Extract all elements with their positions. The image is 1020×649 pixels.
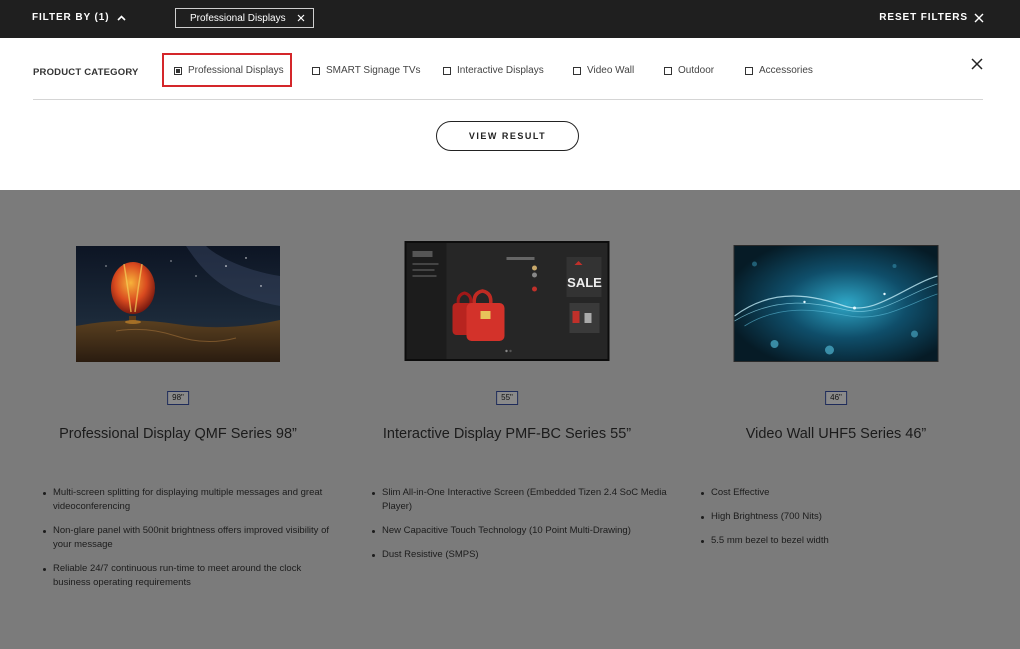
feature-item: Reliable 24/7 continuous run-time to mee…	[41, 562, 341, 590]
checkbox[interactable]	[443, 66, 451, 75]
hot-air-balloon-image	[76, 246, 280, 362]
product-title[interactable]: Professional Display QMF Series 98”	[13, 426, 343, 442]
close-panel-icon[interactable]	[970, 57, 984, 71]
checkbox-checked[interactable]	[174, 66, 182, 75]
feature-item: Dust Resistive (SMPS)	[370, 548, 670, 562]
product-card-uhf5: 46" Video Wall UHF5 Series 46” Cost Effe…	[671, 190, 1001, 649]
filter-by-label: FILTER BY (1)	[32, 12, 110, 23]
checkbox[interactable]	[745, 66, 753, 75]
product-image-hot-air-balloon[interactable]	[76, 246, 280, 362]
active-filter-chip[interactable]: Professional Displays	[175, 8, 314, 28]
category-option-label: Professional Displays	[188, 65, 284, 76]
sale-text: SALE	[567, 275, 602, 290]
product-card-pmf-bc: SALE 55" Interactive Display PMF-BC Seri…	[342, 190, 672, 649]
interactive-display-image: SALE	[406, 243, 608, 359]
view-result-button[interactable]: VIEW RESULT	[436, 121, 579, 151]
abstract-wave-image	[734, 246, 938, 361]
category-option-label: Accessories	[759, 65, 813, 76]
filter-topbar: FILTER BY (1) Professional Displays RESE…	[0, 0, 1020, 38]
reset-filters-label: RESET FILTERS	[879, 12, 968, 23]
feature-list: Cost Effective High Brightness (700 Nits…	[699, 486, 999, 558]
product-image-interactive-display[interactable]: SALE	[404, 241, 610, 361]
close-icon	[974, 13, 984, 22]
feature-item: 5.5 mm bezel to bezel width	[699, 534, 999, 548]
category-option-professional-displays[interactable]: Professional Displays	[174, 65, 284, 76]
category-option-label: SMART Signage TVs	[326, 65, 421, 76]
category-option-outdoor[interactable]: Outdoor	[664, 65, 714, 76]
size-badge[interactable]: 98"	[167, 391, 189, 405]
category-option-interactive-displays[interactable]: Interactive Displays	[443, 65, 544, 76]
filter-panel: PRODUCT CATEGORY Professional Displays S…	[0, 38, 1020, 190]
feature-item: Slim All-in-One Interactive Screen (Embe…	[370, 486, 670, 514]
remove-filter-icon[interactable]	[297, 14, 305, 22]
size-badge[interactable]: 55"	[496, 391, 518, 405]
active-filter-chip-label: Professional Displays	[190, 12, 286, 24]
filter-by-toggle[interactable]: FILTER BY (1)	[32, 12, 127, 23]
size-badge[interactable]: 46"	[825, 391, 847, 405]
category-option-label: Interactive Displays	[457, 65, 544, 76]
reset-filters-button[interactable]: RESET FILTERS	[879, 12, 984, 23]
product-card-qmf: 98" Professional Display QMF Series 98” …	[13, 190, 343, 649]
category-option-smart-signage-tvs[interactable]: SMART Signage TVs	[312, 65, 421, 76]
feature-item: New Capacitive Touch Technology (10 Poin…	[370, 524, 670, 538]
category-option-video-wall[interactable]: Video Wall	[573, 65, 634, 76]
product-title[interactable]: Interactive Display PMF-BC Series 55”	[342, 426, 672, 442]
product-category-heading: PRODUCT CATEGORY	[33, 67, 139, 78]
category-option-accessories[interactable]: Accessories	[745, 65, 813, 76]
checkbox[interactable]	[312, 66, 320, 75]
feature-item: Cost Effective	[699, 486, 999, 500]
feature-list: Slim All-in-One Interactive Screen (Embe…	[370, 486, 670, 572]
feature-list: Multi-screen splitting for displaying mu…	[41, 486, 341, 600]
checkbox[interactable]	[573, 66, 581, 75]
panel-divider	[33, 99, 983, 100]
category-option-label: Video Wall	[587, 65, 635, 76]
chevron-up-icon	[117, 14, 127, 21]
feature-item: Non-glare panel with 500nit brightness o…	[41, 524, 341, 552]
product-title[interactable]: Video Wall UHF5 Series 46”	[671, 426, 1001, 442]
product-image-video-wall[interactable]	[733, 245, 939, 362]
feature-item: Multi-screen splitting for displaying mu…	[41, 486, 341, 514]
feature-item: High Brightness (700 Nits)	[699, 510, 999, 524]
checkbox[interactable]	[664, 66, 672, 75]
category-option-label: Outdoor	[678, 65, 715, 76]
